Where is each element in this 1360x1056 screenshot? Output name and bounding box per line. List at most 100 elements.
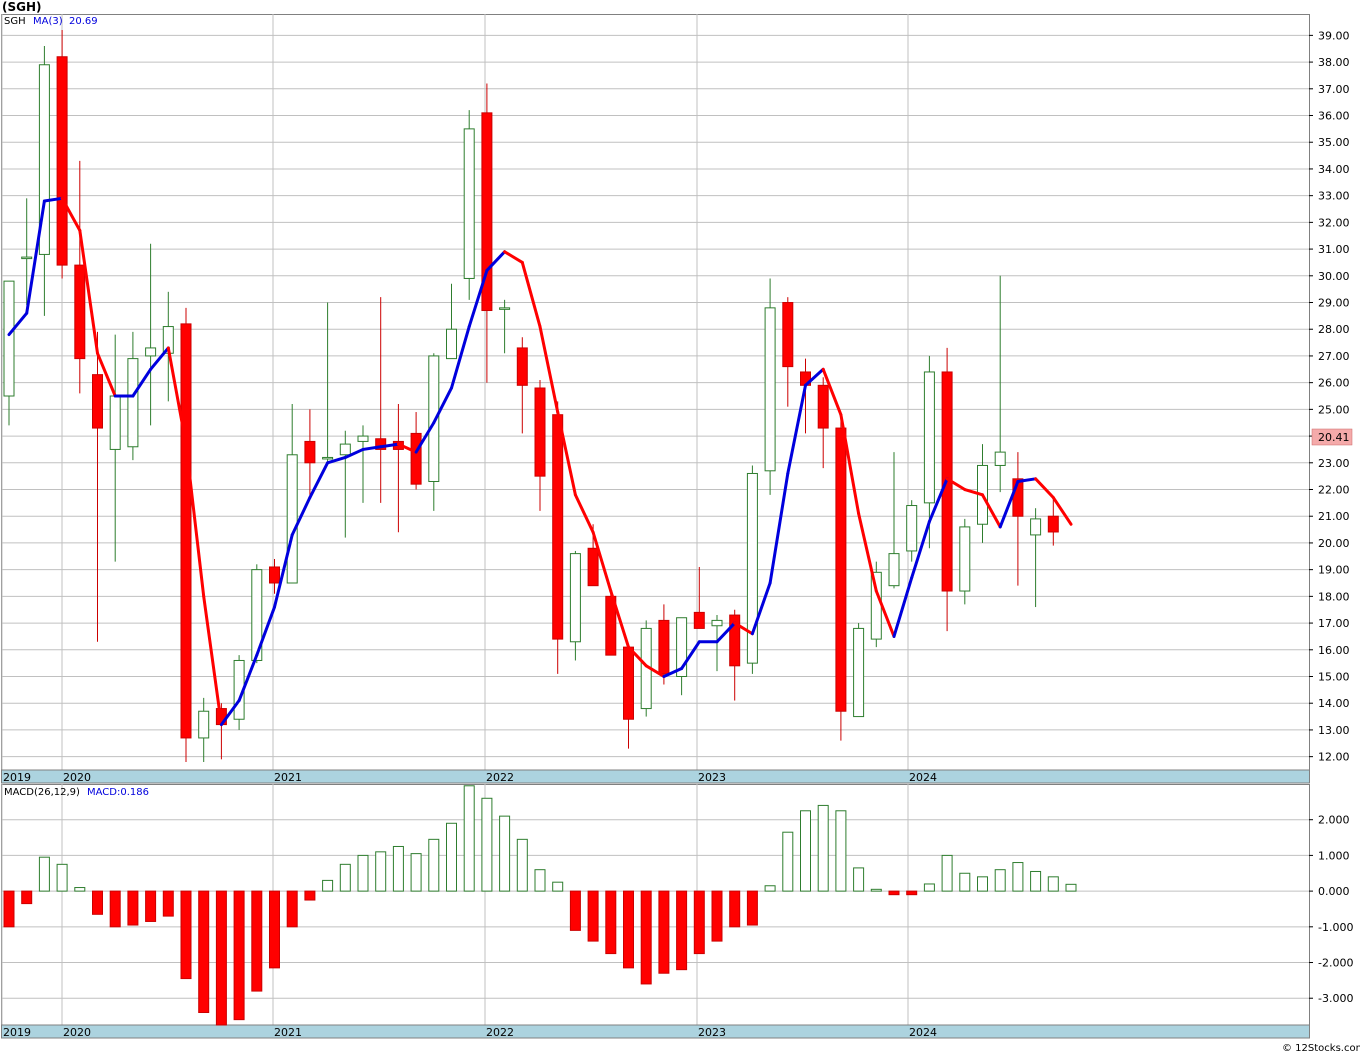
price-tick-label: 14.00: [1318, 697, 1350, 710]
macd-bar-positive: [835, 810, 847, 892]
macd-year-label: 2023: [698, 1026, 726, 1039]
candle-body-down: [410, 432, 422, 485]
macd-tick-label: 2.000: [1318, 814, 1350, 827]
price-year-label: 2019: [3, 771, 31, 784]
candle-body-down: [623, 646, 634, 720]
macd-bar-positive: [339, 863, 351, 892]
price-tick-label: 16.00: [1318, 644, 1350, 657]
macd-bar-positive: [1065, 883, 1077, 892]
legend-ticker: SGH: [4, 16, 26, 27]
macd-bar-negative: [640, 890, 652, 985]
macd-axis: 2.000 1.000 0.000 -1.000 -2.000 -3.000: [1309, 814, 1353, 1005]
macd-bar-negative: [215, 890, 227, 1026]
candle-body-up: [853, 627, 865, 718]
candle-body-down: [587, 547, 599, 587]
candle-body-up: [711, 619, 723, 627]
macd-bar-negative: [569, 890, 581, 931]
macd-bar-positive: [499, 815, 511, 892]
candle-body-up: [322, 456, 334, 460]
macd-bar-negative: [605, 890, 617, 955]
macd-bar-positive: [959, 872, 971, 892]
candle-body-down: [269, 566, 280, 584]
macd-bar-positive: [853, 867, 865, 892]
macd-bar-negative: [162, 890, 174, 917]
macd-year-label: 2024: [909, 1026, 937, 1039]
watermark: © 12Stocks.com: [1282, 1043, 1360, 1054]
price-axis: 12.00 13.00 14.00 15.00 16.00 17.00 18.00 19.00…: [1309, 29, 1350, 764]
macd-bar-negative: [127, 890, 139, 926]
legend-ma-value: 20.69: [69, 16, 98, 27]
legend-ma-label: MA(3): [33, 16, 63, 27]
candle-body-up: [923, 371, 935, 504]
macd-bar-negative: [711, 890, 723, 942]
candle: [835, 414, 847, 741]
last-price-tag: 20.41: [1318, 431, 1350, 444]
candle-body-down: [658, 619, 670, 675]
candle-body-up: [569, 553, 581, 643]
candle-body-up: [888, 553, 900, 587]
macd-bar-positive: [817, 804, 829, 892]
price-tick-label: 26.00: [1318, 377, 1350, 390]
macd-tick-label: -2.000: [1318, 957, 1353, 970]
macd-bar-positive: [392, 845, 404, 892]
macd-legend-value: MACD:0.186: [87, 787, 149, 798]
macd-year-label: 2020: [63, 1026, 91, 1039]
candle: [180, 307, 192, 762]
candle: [764, 278, 776, 495]
price-tick-label: 12.00: [1318, 751, 1350, 764]
price-year-label: 2021: [274, 771, 302, 784]
candle: [552, 401, 564, 674]
price-year-label: 2020: [63, 771, 91, 784]
macd-legend-label: MACD(26,12,9): [4, 787, 80, 798]
macd-bar-negative: [693, 890, 705, 955]
macd-tick-label: -3.000: [1318, 992, 1353, 1005]
price-tick-label: 27.00: [1318, 350, 1350, 363]
macd-bar-positive: [481, 797, 493, 892]
candle-body-down: [835, 427, 847, 712]
price-tick-label: 19.00: [1318, 564, 1350, 577]
price-tick-label: 13.00: [1318, 724, 1350, 737]
candle-body-up: [3, 280, 15, 397]
candle-body-up: [994, 451, 1006, 466]
candle-body-down: [1047, 515, 1059, 533]
macd-bar-negative: [198, 890, 210, 1014]
macd-bar-positive: [941, 854, 953, 892]
macd-year-label: 2022: [486, 1026, 514, 1039]
macd-bar-positive: [534, 869, 546, 892]
macd-bar-positive: [782, 831, 794, 892]
macd-bar-positive: [322, 879, 334, 892]
macd-bar-positive: [428, 838, 440, 892]
macd-bar-positive: [1012, 862, 1024, 892]
macd-bar-positive: [446, 822, 457, 892]
macd-bar-negative: [587, 890, 599, 942]
macd-bar-negative: [746, 890, 758, 926]
candle-body-up: [198, 710, 210, 739]
candle-body-up: [286, 454, 298, 584]
macd-bar-positive: [923, 883, 935, 892]
price-tick-label: 15.00: [1318, 671, 1350, 684]
candle-body-up: [357, 435, 369, 442]
candle-body-down: [817, 384, 829, 429]
candle-body-down: [782, 302, 794, 368]
candle-body-down: [304, 440, 316, 464]
candle-body-down: [516, 347, 528, 386]
price-and-macd-chart: 12.00 13.00 14.00 15.00 16.00 17.00 18.00 19.00…: [1, 0, 1360, 1054]
price-tick-label: 17.00: [1318, 617, 1350, 630]
candle-body-up: [499, 307, 511, 310]
candle-body-up: [959, 526, 971, 592]
macd-panel-frame: [1, 784, 1310, 1026]
price-year-label: 2024: [909, 771, 937, 784]
macd-bar-negative: [676, 890, 688, 971]
macd-bar-positive: [552, 881, 564, 892]
price-tick-label: 35.00: [1318, 136, 1350, 149]
candle: [746, 465, 758, 674]
price-year-label: 2022: [486, 771, 514, 784]
price-tick-label: 33.00: [1318, 190, 1350, 203]
candle-body-down: [693, 611, 705, 629]
candle-body-down: [74, 264, 86, 360]
macd-bar-positive: [764, 885, 776, 892]
price-tick-label: 34.00: [1318, 163, 1350, 176]
candle-body-up: [109, 395, 121, 450]
price-tick-label: 20.00: [1318, 537, 1350, 550]
macd-bar-negative: [906, 890, 918, 896]
